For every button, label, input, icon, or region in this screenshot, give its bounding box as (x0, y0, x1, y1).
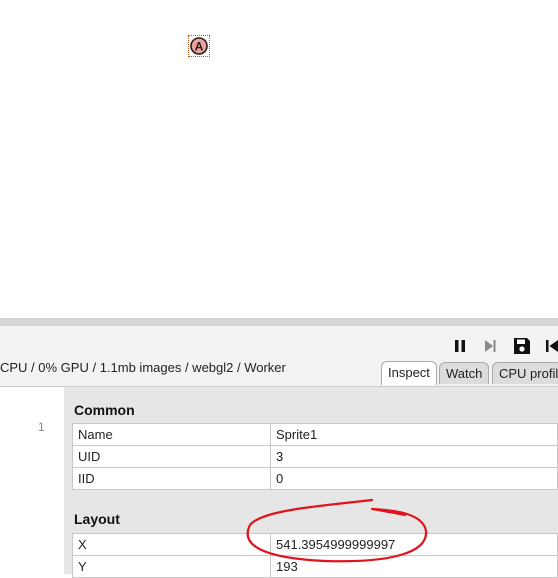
performance-stats: CPU / 0% GPU / 1.1mb images / webgl2 / W… (0, 360, 286, 375)
property-key: IID (72, 467, 271, 490)
step-icon (485, 340, 496, 352)
table-row: Y 193 (72, 555, 558, 578)
save-button[interactable] (510, 334, 534, 358)
layout-properties-table: X 541.3954999999997 Y 193 (72, 533, 558, 578)
sprite-a-icon: A (190, 37, 208, 55)
inspector-panel: Common Name Sprite1 UID 3 IID 0 Layout X… (64, 387, 558, 578)
property-key: UID (72, 445, 271, 468)
restart-button[interactable] (540, 334, 558, 358)
property-value[interactable]: Sprite1 (270, 423, 558, 446)
debugger-panel: CPU / 0% GPU / 1.1mb images / webgl2 / W… (0, 326, 558, 578)
tab-inspect[interactable]: Inspect (381, 361, 437, 385)
section-title-common: Common (74, 402, 135, 418)
table-row: IID 0 (72, 467, 558, 490)
property-value[interactable]: 3 (270, 445, 558, 468)
line-number: 1 (38, 420, 45, 434)
panel-splitter[interactable] (0, 318, 558, 326)
common-properties-table: Name Sprite1 UID 3 IID 0 (72, 423, 558, 490)
tab-cpu-profiler[interactable]: CPU profil (492, 362, 558, 384)
restart-icon (546, 340, 558, 352)
game-viewport[interactable]: A (0, 0, 558, 318)
inspect-content: 1 Common Name Sprite1 UID 3 IID 0 Layout (0, 386, 558, 578)
table-row: X 541.3954999999997 (72, 533, 558, 556)
property-key: X (72, 533, 271, 556)
property-value-y[interactable]: 193 (270, 555, 558, 578)
table-row: UID 3 (72, 445, 558, 468)
pause-icon (455, 340, 465, 352)
section-title-layout: Layout (74, 511, 120, 527)
property-value[interactable]: 0 (270, 467, 558, 490)
property-key: Name (72, 423, 271, 446)
table-row: Name Sprite1 (72, 423, 558, 446)
sprite1[interactable]: A (188, 35, 210, 57)
property-key: Y (72, 555, 271, 578)
pause-button[interactable] (448, 334, 472, 358)
property-value-x[interactable]: 541.3954999999997 (270, 533, 558, 556)
tab-watch[interactable]: Watch (439, 362, 490, 384)
svg-text:A: A (195, 40, 204, 54)
save-icon (514, 338, 530, 354)
step-button[interactable] (478, 334, 502, 358)
